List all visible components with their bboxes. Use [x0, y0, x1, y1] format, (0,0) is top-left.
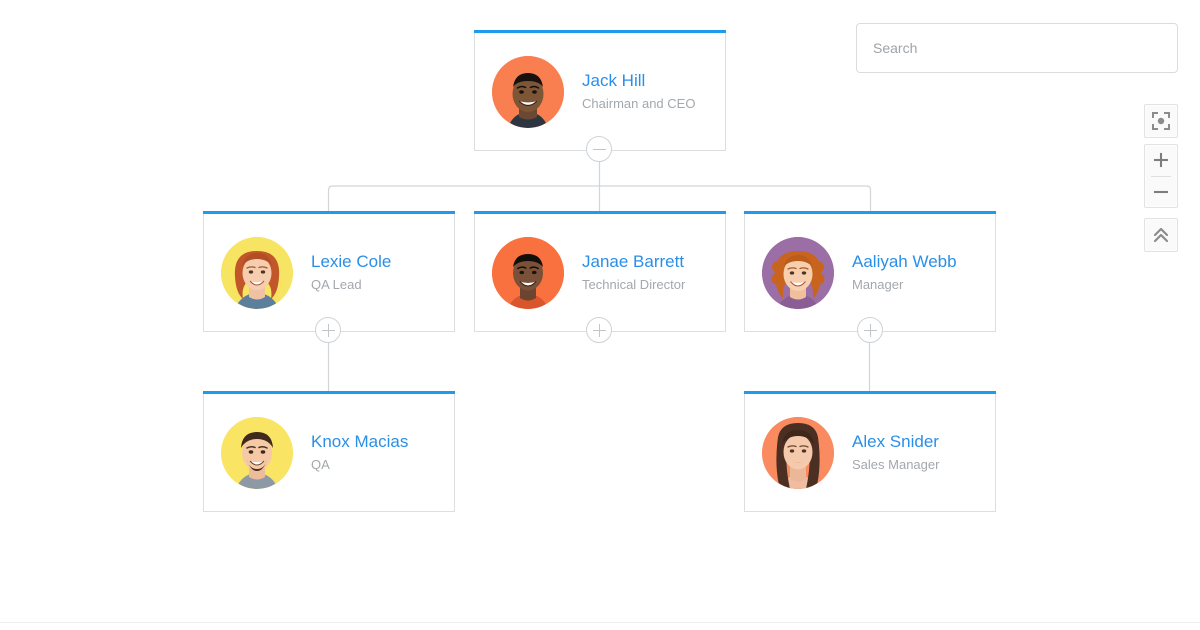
plus-icon [1153, 153, 1169, 168]
double-chevron-up-icon [1153, 227, 1169, 243]
toggle-aaliyah-webb[interactable] [857, 317, 883, 343]
node-accent-bar [474, 30, 726, 33]
avatar [762, 416, 834, 489]
fit-screen-icon [1152, 112, 1170, 130]
zoom-in-button[interactable] [1145, 145, 1177, 176]
plus-icon-v [598, 323, 600, 337]
node-accent-bar [744, 211, 996, 214]
plus-icon-v [327, 323, 329, 337]
toggle-lexie-cole[interactable] [315, 317, 341, 343]
node-title: Sales Manager [852, 456, 940, 472]
avatar [492, 236, 564, 309]
node-title: QA Lead [311, 276, 362, 292]
avatar-photo [221, 416, 293, 489]
node-name: Knox Macias [311, 431, 409, 451]
node-title: Technical Director [582, 276, 686, 292]
minus-icon [1153, 190, 1169, 193]
zoom-out-button[interactable] [1145, 177, 1177, 208]
org-node-lexie-cole[interactable]: Lexie Cole QA Lead [203, 211, 455, 332]
node-title: QA [311, 456, 330, 472]
node-title: Chairman and CEO [582, 95, 696, 111]
avatar [221, 236, 293, 309]
node-name: Aaliyah Webb [852, 251, 957, 271]
node-name: Jack Hill [582, 70, 646, 90]
node-accent-bar [203, 391, 455, 394]
avatar-photo [762, 416, 834, 489]
avatar [762, 236, 834, 309]
org-node-knox-macias[interactable]: Knox Macias QA [203, 391, 455, 512]
org-node-aaliyah-webb[interactable]: Aaliyah Webb Manager [744, 211, 996, 332]
search-container [856, 23, 1178, 73]
node-accent-bar [744, 391, 996, 394]
fit-to-screen-button[interactable] [1144, 104, 1178, 138]
node-accent-bar [474, 211, 726, 214]
search-input[interactable] [856, 23, 1178, 73]
node-name: Janae Barrett [582, 251, 685, 271]
avatar-photo [492, 236, 564, 309]
org-node-alex-snider[interactable]: Alex Snider Sales Manager [744, 391, 996, 512]
toggle-jack-hill[interactable] [586, 136, 612, 162]
avatar [492, 55, 564, 128]
avatar-photo [221, 236, 293, 309]
node-title: Manager [852, 276, 904, 292]
org-node-janae-barrett[interactable]: Janae Barrett Technical Director [474, 211, 726, 332]
avatar-photo [492, 55, 564, 128]
plus-icon-v [869, 323, 871, 337]
node-name: Lexie Cole [311, 251, 392, 271]
org-chart-canvas[interactable]: Jack Hill Chairman and CEO Lexie Cole QA… [0, 0, 1200, 630]
node-name: Alex Snider [852, 431, 939, 451]
avatar [221, 416, 293, 489]
node-accent-bar [203, 211, 455, 214]
footer-divider [0, 622, 1200, 623]
avatar-photo [762, 236, 834, 309]
toggle-janae-barrett[interactable] [586, 317, 612, 343]
org-node-jack-hill[interactable]: Jack Hill Chairman and CEO [474, 30, 726, 151]
zoom-controls-group[interactable] [1144, 144, 1178, 208]
expand-all-button[interactable] [1144, 218, 1178, 252]
minus-icon [592, 148, 606, 150]
